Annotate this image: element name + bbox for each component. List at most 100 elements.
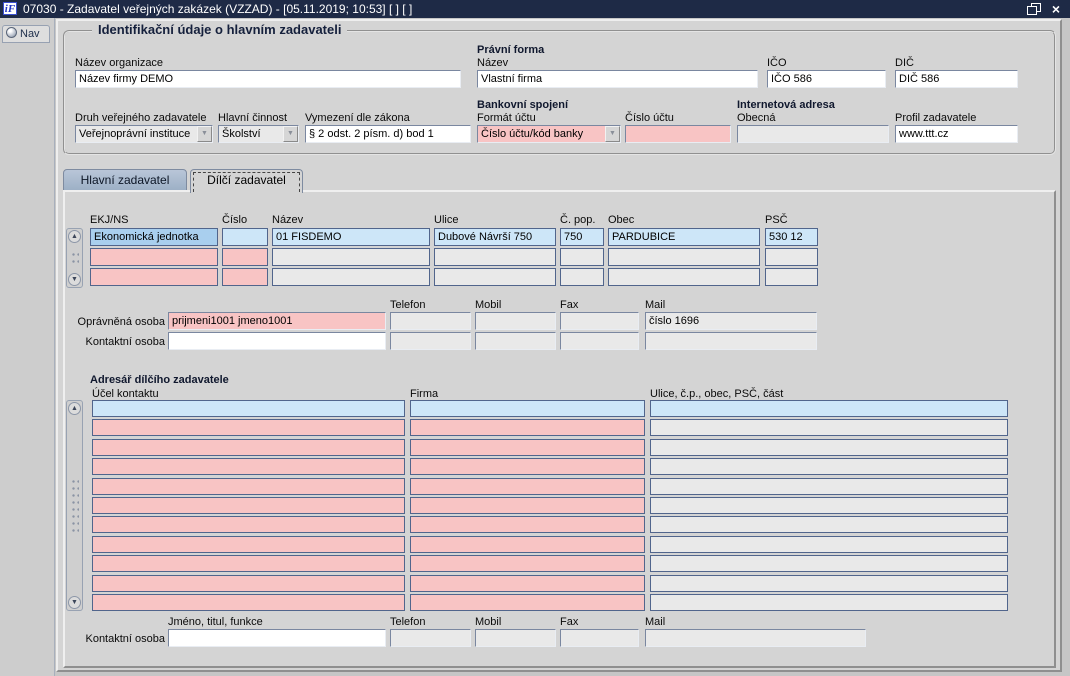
nav-tab[interactable]: Nav [2, 25, 50, 43]
kontaktni-osoba-mobil-input[interactable] [475, 332, 556, 350]
address-cell-r0c1[interactable] [410, 400, 645, 417]
address-cell-r5c1[interactable] [410, 497, 645, 514]
unit-cell-r2c5[interactable] [608, 268, 760, 286]
address-cell-r5c0[interactable] [92, 497, 405, 514]
unit-cell-r1c3[interactable] [434, 248, 556, 266]
nazev-organizace-input[interactable]: Název firmy DEMO [75, 70, 461, 88]
hlavni-cinnost-combobox[interactable]: Školství ▼ [218, 125, 299, 143]
druh-zadavatele-combobox[interactable]: Veřejnoprávní instituce ▼ [75, 125, 213, 143]
address-cell-r2c0[interactable] [92, 439, 405, 456]
address-cell-r0c0[interactable] [92, 400, 405, 417]
unit-cell-r1c1[interactable] [222, 248, 268, 266]
pravni-forma-nazev-input[interactable]: Vlastní firma [477, 70, 758, 88]
unit-cell-r0c4[interactable]: 750 [560, 228, 604, 246]
kontaktni-osoba-mail-input[interactable] [645, 332, 817, 350]
app-window: iF 07030 - Zadavatel veřejných zakázek (… [0, 0, 1070, 676]
unit-cell-r0c0[interactable]: Ekonomická jednotka [90, 228, 218, 246]
scroll-grip[interactable] [71, 251, 79, 265]
address-cell-r3c2[interactable] [650, 458, 1008, 475]
bottom-kontakt-mobil-input[interactable] [475, 629, 556, 647]
opravnena-osoba-mail-input[interactable]: číslo 1696 [645, 312, 817, 330]
address-cell-r7c1[interactable] [410, 536, 645, 553]
scroll-down-icon[interactable]: ▼ [68, 273, 81, 286]
scroll-grip[interactable] [71, 477, 79, 534]
close-window-button[interactable]: × [1048, 2, 1064, 16]
unit-cell-r2c4[interactable] [560, 268, 604, 286]
address-cell-r9c1[interactable] [410, 575, 645, 592]
address-cell-r6c1[interactable] [410, 516, 645, 533]
unit-cell-r2c0[interactable] [90, 268, 218, 286]
address-cell-r1c0[interactable] [92, 419, 405, 436]
restore-window-button[interactable] [1026, 2, 1042, 16]
unit-cell-r2c3[interactable] [434, 268, 556, 286]
address-cell-r8c1[interactable] [410, 555, 645, 572]
format-uctu-label: Formát účtu [477, 112, 536, 124]
vymezeni-input[interactable]: § 2 odst. 2 písm. d) bod 1 [305, 125, 471, 143]
address-cell-r4c1[interactable] [410, 478, 645, 495]
scroll-down-icon[interactable]: ▼ [68, 596, 81, 609]
unit-cell-r0c1[interactable] [222, 228, 268, 246]
opravnena-osoba-name-input[interactable]: prijmeni1001 jmeno1001 [168, 312, 386, 330]
unit-cell-r0c5[interactable]: PARDUBICE [608, 228, 760, 246]
format-uctu-combobox[interactable]: Číslo účtu/kód banky ▼ [477, 125, 621, 143]
unit-cell-r1c0[interactable] [90, 248, 218, 266]
pravni-forma-nazev-label: Název [477, 57, 509, 69]
opravnena-osoba-telefon-input[interactable] [390, 312, 471, 330]
address-cell-r9c2[interactable] [650, 575, 1008, 592]
dic-input[interactable]: DIČ 586 [895, 70, 1018, 88]
unit-table-scrollbar[interactable]: ▲ ▼ [66, 228, 83, 288]
tab-dilci-zadavatel[interactable]: Dílčí zadavatel [190, 169, 303, 193]
obecna-input[interactable] [737, 125, 889, 143]
address-cell-r1c2[interactable] [650, 419, 1008, 436]
unit-cell-r2c1[interactable] [222, 268, 268, 286]
unit-cell-r0c2[interactable]: 01 FISDEMO [272, 228, 430, 246]
address-cell-r8c0[interactable] [92, 555, 405, 572]
unit-cell-r1c6[interactable] [765, 248, 818, 266]
unit-cell-r1c4[interactable] [560, 248, 604, 266]
address-cell-r7c0[interactable] [92, 536, 405, 553]
bottom-kontakt-mail-input[interactable] [645, 629, 866, 647]
address-cell-r1c1[interactable] [410, 419, 645, 436]
address-cell-r6c2[interactable] [650, 516, 1008, 533]
druh-dropdown-icon[interactable]: ▼ [197, 126, 212, 142]
address-cell-r3c0[interactable] [92, 458, 405, 475]
address-cell-r0c2[interactable] [650, 400, 1008, 417]
address-cell-r4c2[interactable] [650, 478, 1008, 495]
address-cell-r10c2[interactable] [650, 594, 1008, 611]
address-cell-r6c0[interactable] [92, 516, 405, 533]
scroll-up-icon[interactable]: ▲ [68, 402, 81, 415]
bottom-kontakt-name-input[interactable] [168, 629, 386, 647]
address-cell-r3c1[interactable] [410, 458, 645, 475]
ico-input[interactable]: IČO 586 [767, 70, 886, 88]
address-cell-r4c0[interactable] [92, 478, 405, 495]
opravnena-osoba-fax-input[interactable] [560, 312, 639, 330]
bottom-kontakt-telefon-input[interactable] [390, 629, 471, 647]
unit-cell-r0c6[interactable]: 530 12 [765, 228, 818, 246]
bottom-kontakt-fax-input[interactable] [560, 629, 639, 647]
unit-cell-r1c5[interactable] [608, 248, 760, 266]
unit-cell-r2c2[interactable] [272, 268, 430, 286]
address-cell-r9c0[interactable] [92, 575, 405, 592]
opravnena-osoba-mobil-input[interactable] [475, 312, 556, 330]
profil-zadavatele-input[interactable]: www.ttt.cz [895, 125, 1018, 143]
format-uctu-dropdown-icon[interactable]: ▼ [605, 126, 620, 142]
unit-cell-r0c3[interactable]: Dubové Návrší 750 [434, 228, 556, 246]
address-cell-r10c1[interactable] [410, 594, 645, 611]
address-cell-r10c0[interactable] [92, 594, 405, 611]
kontaktni-osoba-name-input[interactable] [168, 332, 386, 350]
cislo-uctu-input[interactable] [625, 125, 731, 143]
kontaktni-osoba-fax-input[interactable] [560, 332, 639, 350]
address-table-scrollbar[interactable]: ▲ ▼ [66, 400, 83, 611]
address-cell-r8c2[interactable] [650, 555, 1008, 572]
format-uctu-value: Číslo účtu/kód banky [481, 128, 584, 140]
address-cell-r2c1[interactable] [410, 439, 645, 456]
unit-cell-r2c6[interactable] [765, 268, 818, 286]
cinnost-dropdown-icon[interactable]: ▼ [283, 126, 298, 142]
address-cell-r5c2[interactable] [650, 497, 1008, 514]
address-cell-r7c2[interactable] [650, 536, 1008, 553]
scroll-up-icon[interactable]: ▲ [68, 230, 81, 243]
kontaktni-osoba-telefon-input[interactable] [390, 332, 471, 350]
tab-hlavni-zadavatel[interactable]: Hlavní zadavatel [63, 169, 187, 191]
unit-cell-r1c2[interactable] [272, 248, 430, 266]
address-cell-r2c2[interactable] [650, 439, 1008, 456]
